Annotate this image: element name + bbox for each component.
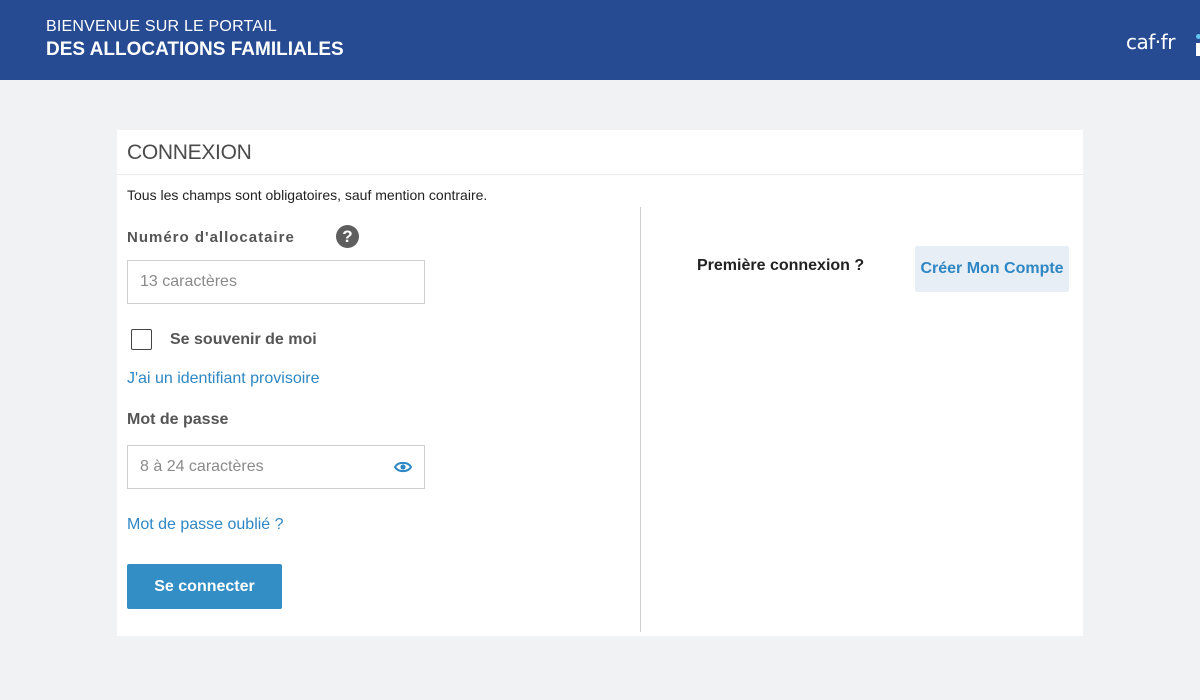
- first-connection-label: Première connexion ?: [697, 257, 865, 274]
- eye-icon[interactable]: [394, 460, 412, 474]
- remember-checkbox[interactable]: [131, 329, 152, 350]
- number-field[interactable]: [127, 260, 425, 304]
- column-divider: [640, 207, 641, 632]
- number-input[interactable]: [128, 261, 424, 303]
- create-account-button[interactable]: Créer Mon Compte: [915, 246, 1069, 292]
- partial-logo-icon: [1196, 34, 1200, 56]
- number-label: Numéro d'allocataire: [127, 229, 295, 246]
- header-title: BIENVENUE SUR LE PORTAIL DES ALLOCATIONS…: [46, 18, 344, 60]
- provisional-id-link[interactable]: J'ai un identifiant provisoire: [127, 370, 320, 388]
- header-title-line2: DES ALLOCATIONS FAMILIALES: [46, 39, 344, 60]
- header-title-line1: BIENVENUE SUR LE PORTAIL: [46, 18, 277, 35]
- caf-logo[interactable]: caf·fr: [1126, 30, 1175, 54]
- password-field[interactable]: [127, 445, 425, 489]
- connect-button[interactable]: Se connecter: [127, 564, 282, 609]
- help-icon[interactable]: ?: [336, 225, 359, 248]
- title-divider: [117, 174, 1083, 175]
- mandatory-note: Tous les champs sont obligatoires, sauf …: [127, 187, 488, 203]
- password-label: Mot de passe: [127, 411, 229, 428]
- login-card: CONNEXION Tous les champs sont obligatoi…: [117, 130, 1083, 636]
- login-title: CONNEXION: [127, 141, 252, 164]
- site-header: BIENVENUE SUR LE PORTAIL DES ALLOCATIONS…: [0, 0, 1200, 80]
- password-input[interactable]: [128, 446, 424, 488]
- remember-label[interactable]: Se souvenir de moi: [170, 331, 317, 349]
- forgot-password-link[interactable]: Mot de passe oublié ?: [127, 516, 284, 534]
